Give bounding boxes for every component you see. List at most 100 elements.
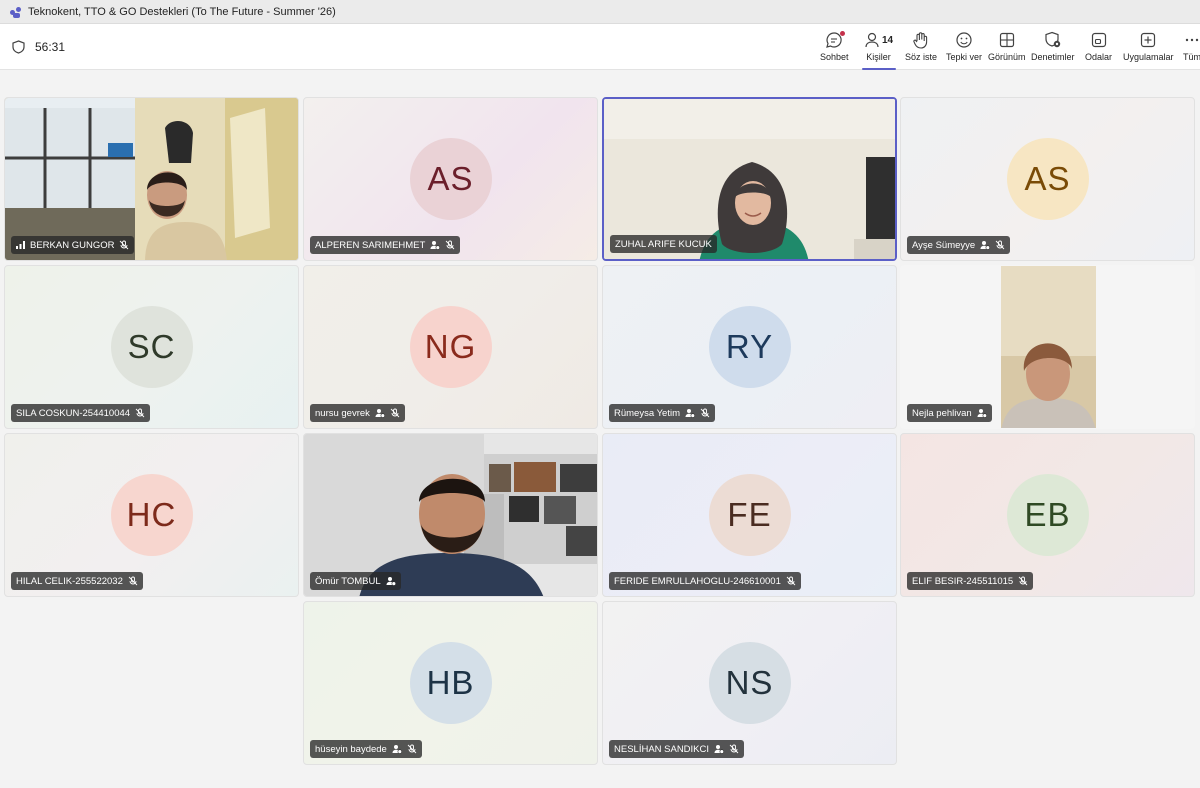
participant-tile[interactable]: FE FERIDE EMRULLAHOGLU-246610001 <box>602 433 897 597</box>
react-label: Tepki ver <box>946 52 983 62</box>
participant-tile[interactable]: EB ELIF BESIR-245511015 <box>900 433 1195 597</box>
participant-nametag: NESLİHAN SANDIKCI <box>609 740 745 758</box>
participant-nametag: ALPEREN SARIMEHMET <box>310 236 461 254</box>
participant-avatar: NG <box>409 306 492 388</box>
more-button[interactable]: Tüm <box>1183 30 1200 66</box>
participant-nametag: Ayşe Sümeyye <box>907 236 1011 254</box>
participant-tile[interactable]: AS Ayşe Sümeyye <box>900 97 1195 261</box>
raise-hand-button[interactable]: Söz iste <box>905 30 937 66</box>
timer-text: 56:31 <box>35 40 66 54</box>
participant-tile[interactable]: RY Rümeysa Yetim <box>602 265 897 429</box>
participant-name: Rümeysa Yetim <box>614 407 681 419</box>
participant-name: hüseyin baydede <box>315 743 387 755</box>
participant-name: HILAL CELIK-255522032 <box>16 575 123 587</box>
participant-avatar: HC <box>110 474 193 556</box>
participant-nametag: hüseyin baydede <box>310 740 422 758</box>
controls-button[interactable]: Denetimler <box>1031 30 1075 66</box>
shield-gear-icon <box>1045 31 1060 48</box>
participant-avatar: HB <box>409 642 492 724</box>
guest-icon <box>392 745 402 754</box>
participant-tile[interactable]: Ömür TOMBUL <box>303 433 598 597</box>
apps-button[interactable]: Uygulamalar <box>1123 30 1174 66</box>
participant-nametag: ZUHAL ARIFE KUCUK <box>610 235 717 253</box>
guest-icon <box>386 577 396 586</box>
participant-avatar: AS <box>409 138 492 220</box>
guest-icon <box>980 241 991 250</box>
participant-tile-speaking[interactable]: ZUHAL ARIFE KUCUK <box>602 97 897 261</box>
participant-avatar: NS <box>708 642 791 724</box>
raise-hand-icon <box>913 32 928 49</box>
people-icon <box>865 32 879 48</box>
window-title: Teknokent, TTO & GO Destekleri (To The F… <box>28 5 336 18</box>
unread-dot <box>840 31 846 36</box>
guest-icon <box>977 409 987 418</box>
participant-name: ELIF BESIR-245511015 <box>912 575 1014 587</box>
mic-off-icon <box>700 408 710 418</box>
rooms-button[interactable]: Odalar <box>1085 30 1112 66</box>
participant-tile[interactable]: NS NESLİHAN SANDIKCI <box>602 601 897 765</box>
participant-avatar: EB <box>1006 474 1089 556</box>
participant-name: BERKAN GUNGOR <box>30 239 115 251</box>
mic-off-icon <box>1018 576 1028 586</box>
participant-tile[interactable]: HB hüseyin baydede <box>303 601 598 765</box>
participant-tile[interactable]: BERKAN GUNGOR <box>4 97 299 261</box>
participant-nametag: nursu gevrek <box>310 404 405 422</box>
mic-off-icon <box>120 240 129 250</box>
react-button[interactable]: Tepki ver <box>946 30 982 66</box>
mic-off-icon <box>407 744 417 754</box>
participant-name: SILA COSKUN-254410044 <box>16 407 131 419</box>
meeting-timer: 56:31 <box>12 24 65 70</box>
raise-hand-label: Söz iste <box>905 52 938 62</box>
participant-avatar: SC <box>110 306 193 388</box>
add-app-icon <box>1141 32 1156 48</box>
mic-off-icon <box>729 744 739 754</box>
guest-icon <box>685 409 696 418</box>
view-button[interactable]: Görünüm <box>988 30 1026 66</box>
mic-off-icon <box>128 576 138 586</box>
window-titlebar: Teknokent, TTO & GO Destekleri (To The F… <box>0 0 1200 24</box>
participant-nametag: ELIF BESIR-245511015 <box>907 572 1034 590</box>
mic-off-icon <box>786 576 796 586</box>
people-button[interactable]: 14 Kişiler <box>864 30 893 66</box>
teams-app-icon <box>10 6 22 18</box>
breakout-rooms-icon <box>1091 32 1106 48</box>
participant-tile[interactable]: HC HILAL CELIK-255522032 <box>4 433 299 597</box>
participant-name: NESLİHAN SANDIKCI <box>614 743 710 755</box>
participant-name: ZUHAL ARIFE KUCUK <box>615 238 712 250</box>
participant-avatar: RY <box>708 306 791 388</box>
mic-off-icon <box>446 240 455 250</box>
video-gallery: BERKAN GUNGOR AS ALPEREN SARIMEHMET ZUHA… <box>0 70 1200 788</box>
signal-icon <box>16 241 25 249</box>
participant-nametag: Rümeysa Yetim <box>609 404 716 422</box>
participant-tile[interactable]: Nejla pehlivan <box>900 265 1195 429</box>
participant-name: Nejla pehlivan <box>912 407 972 419</box>
participant-name: Ömür TOMBUL <box>315 575 381 587</box>
people-count: 14 <box>882 34 894 46</box>
meeting-toolbar: 56:31 Sohbet 14 Kişiler Söz iste Tepki v… <box>0 24 1200 70</box>
participant-tile[interactable]: SC SILA COSKUN-254410044 <box>4 265 299 429</box>
participant-avatar: AS <box>1006 138 1089 220</box>
participant-tile[interactable]: AS ALPEREN SARIMEHMET <box>303 97 598 261</box>
guest-icon <box>430 241 441 250</box>
shield-icon <box>12 40 25 54</box>
controls-label: Denetimler <box>1031 52 1075 62</box>
participant-name: nursu gevrek <box>315 407 370 419</box>
mic-off-icon <box>390 408 400 418</box>
participant-nametag: FERIDE EMRULLAHOGLU-246610001 <box>609 572 801 590</box>
participant-nametag: BERKAN GUNGOR <box>11 236 135 254</box>
participant-name: FERIDE EMRULLAHOGLU-246610001 <box>614 575 781 587</box>
chat-label: Sohbet <box>820 52 849 62</box>
guest-icon <box>714 745 725 754</box>
participant-name: ALPEREN SARIMEHMET <box>315 239 426 251</box>
more-icon <box>1185 38 1199 42</box>
participant-nametag: Ömür TOMBUL <box>310 572 401 590</box>
chat-button[interactable]: Sohbet <box>820 30 849 66</box>
apps-label: Uygulamalar <box>1123 52 1174 62</box>
participant-nametag: SILA COSKUN-254410044 <box>11 404 151 422</box>
rooms-label: Odalar <box>1085 52 1113 62</box>
participant-tile[interactable]: NG nursu gevrek <box>303 265 598 429</box>
view-label: Görünüm <box>988 52 1026 62</box>
participant-avatar: FE <box>708 474 791 556</box>
guest-icon <box>375 409 385 418</box>
participant-name: Ayşe Sümeyye <box>912 239 976 251</box>
